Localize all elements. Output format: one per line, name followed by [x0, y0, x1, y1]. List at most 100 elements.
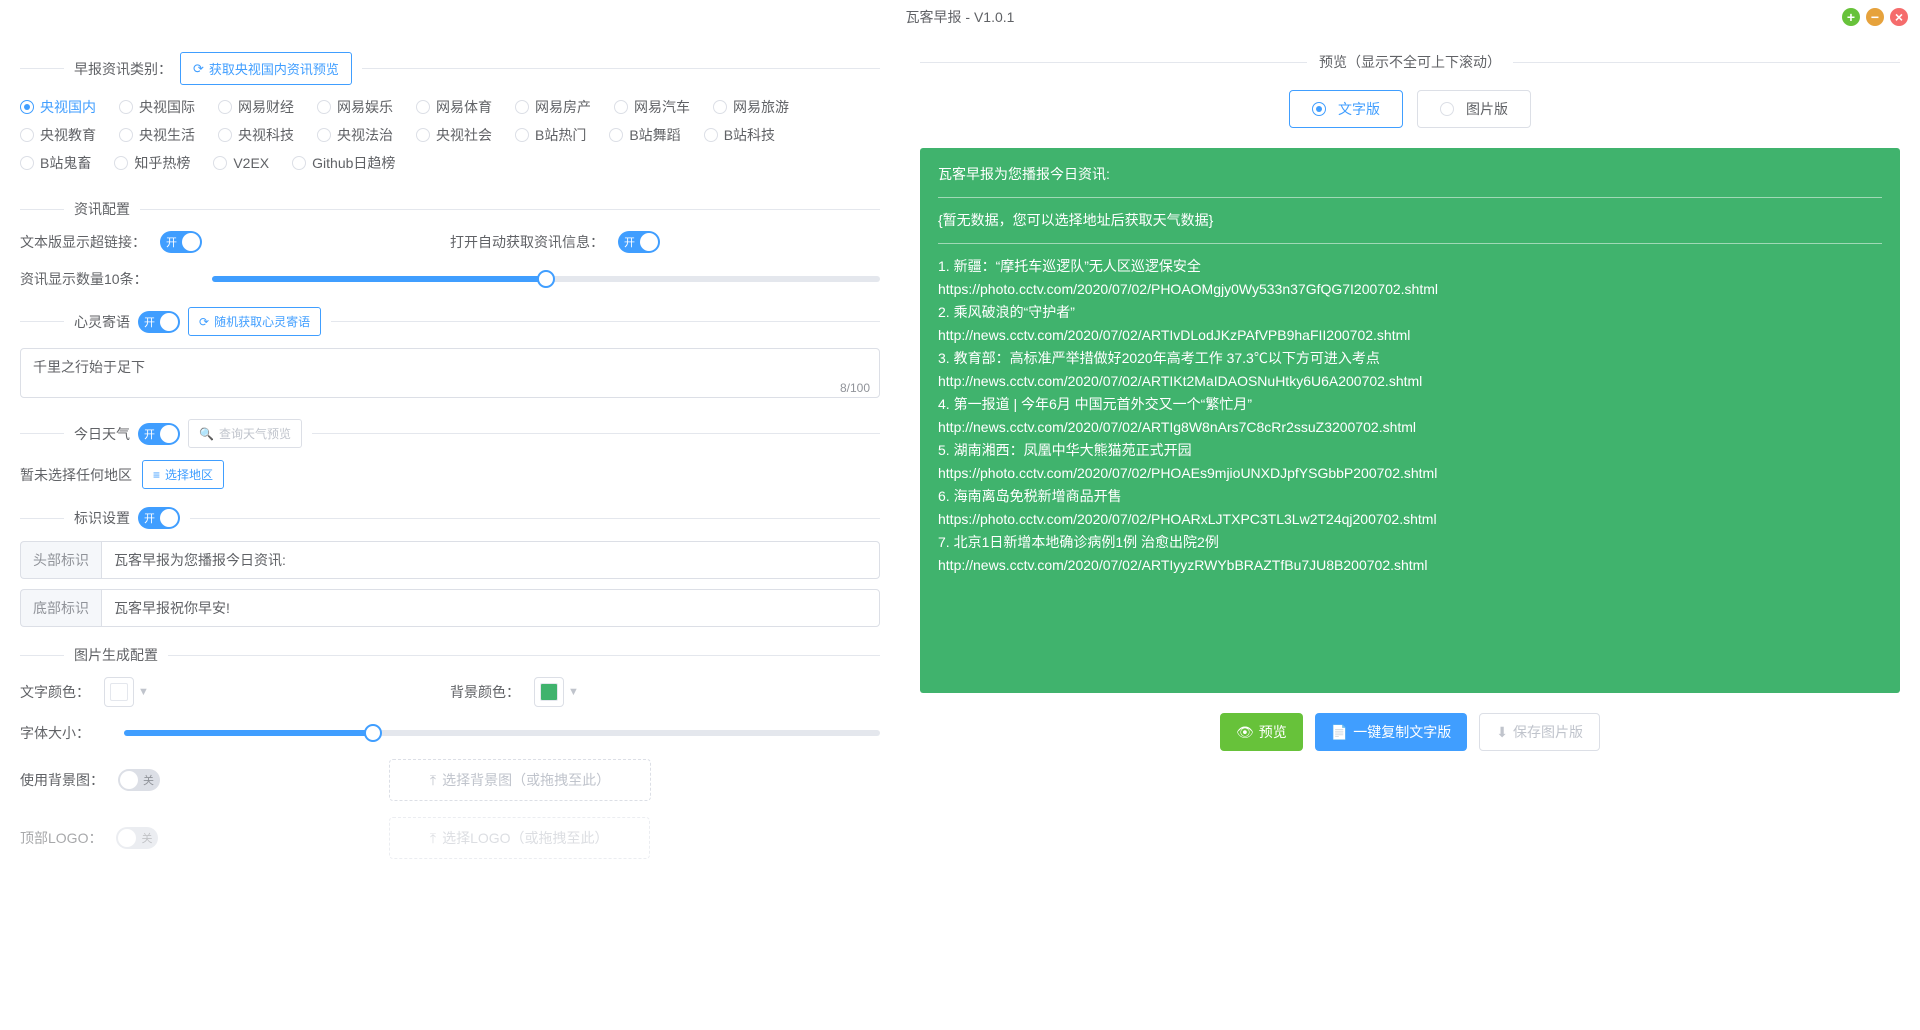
news-title: 5. 湖南湘西：凤凰中华大熊猫苑正式开园: [938, 440, 1882, 461]
news-title: 7. 北京1日新增本地确诊病例1例 治愈出院2例: [938, 532, 1882, 553]
category-radio[interactable]: 网易财经: [218, 97, 294, 117]
section-category-title: 早报资讯类别： ⟳ 获取央视国内资讯预览: [20, 52, 880, 85]
no-region-text: 暂未选择任何地区: [20, 465, 132, 485]
font-size-label: 字体大小：: [20, 723, 90, 743]
category-radio[interactable]: 央视国内: [20, 97, 96, 117]
category-radio[interactable]: B站鬼畜: [20, 153, 91, 173]
window-controls: + − ×: [1842, 8, 1908, 26]
section-marker-title: 标识设置 开: [20, 507, 880, 529]
news-url: http://news.cctv.com/2020/07/02/ARTIKt2M…: [938, 371, 1882, 392]
quote-textarea[interactable]: [20, 348, 880, 398]
window-minimize-button[interactable]: −: [1866, 8, 1884, 26]
preview-panel: 预览（显示不全可上下滚动） 文字版 图片版 瓦客早报为您播报今日资讯: {暂无数…: [920, 34, 1900, 1030]
chevron-down-icon: ▼: [568, 686, 579, 698]
copy-icon: 📄: [1331, 724, 1348, 741]
category-radio[interactable]: 网易房产: [515, 97, 591, 117]
top-logo-label: 顶部LOGO：: [20, 828, 102, 848]
section-quote-title: 心灵寄语 开 ⟳ 随机获取心灵寄语: [20, 307, 880, 336]
news-title: 2. 乘风破浪的“守护者”: [938, 302, 1882, 323]
section-news-config-title: 资讯配置: [20, 199, 880, 219]
head-marker-addon: 头部标识: [20, 541, 101, 579]
show-links-switch[interactable]: 开: [160, 231, 202, 253]
category-radio[interactable]: 央视社会: [416, 125, 492, 145]
filter-icon: ≡: [153, 468, 160, 482]
copy-text-button[interactable]: 📄 一键复制文字版: [1315, 713, 1467, 751]
category-radio[interactable]: 央视国际: [119, 97, 195, 117]
bg-color-picker[interactable]: [534, 677, 564, 707]
app-title: 瓦客早报 - V1.0.1: [906, 7, 1015, 27]
upload-icon: ⤒: [430, 830, 436, 847]
upload-icon: ⤒: [430, 772, 436, 789]
upload-logo-button[interactable]: ⤒ 选择LOGO（或拖拽至此）: [389, 817, 650, 859]
category-radio[interactable]: 网易旅游: [713, 97, 789, 117]
upload-bg-button[interactable]: ⤒ 选择背景图（或拖拽至此）: [389, 759, 651, 801]
category-radio[interactable]: 央视法治: [317, 125, 393, 145]
news-url: https://photo.cctv.com/2020/07/02/PHOAOM…: [938, 279, 1882, 300]
titlebar: 瓦客早报 - V1.0.1 + − ×: [0, 0, 1920, 34]
use-bg-label: 使用背景图：: [20, 770, 104, 790]
category-radio[interactable]: 央视生活: [119, 125, 195, 145]
weather-switch[interactable]: 开: [138, 423, 180, 445]
bg-color-label: 背景颜色：: [450, 682, 520, 702]
marker-switch[interactable]: 开: [138, 507, 180, 529]
use-bg-switch[interactable]: 关: [118, 769, 160, 791]
news-url: http://news.cctv.com/2020/07/02/ARTIyyzR…: [938, 555, 1882, 576]
category-radio[interactable]: 央视科技: [218, 125, 294, 145]
category-radio[interactable]: B站舞蹈: [609, 125, 680, 145]
quote-switch[interactable]: 开: [138, 311, 180, 333]
preview-header: 预览（显示不全可上下滚动）: [920, 52, 1900, 72]
head-marker-input[interactable]: [101, 541, 880, 579]
category-radio[interactable]: B站热门: [515, 125, 586, 145]
news-url: http://news.cctv.com/2020/07/02/ARTIvDLo…: [938, 325, 1882, 346]
news-title: 4. 第一报道 | 今年6月 中国元首外交又一个“繁忙月”: [938, 394, 1882, 415]
refresh-icon: ⟳: [193, 61, 204, 77]
category-radio[interactable]: V2EX: [213, 153, 269, 173]
category-radio[interactable]: 网易娱乐: [317, 97, 393, 117]
mode-text-button[interactable]: 文字版: [1289, 90, 1403, 128]
preview-intro: 瓦客早报为您播报今日资讯:: [938, 164, 1882, 185]
save-image-button[interactable]: ⬇ 保存图片版: [1479, 713, 1600, 751]
quote-counter: 8/100: [840, 381, 870, 395]
weather-preview-button[interactable]: 🔍 查询天气预览: [188, 419, 302, 448]
foot-marker-addon: 底部标识: [20, 589, 101, 627]
window-add-button[interactable]: +: [1842, 8, 1860, 26]
mode-image-button[interactable]: 图片版: [1417, 90, 1531, 128]
section-image-config-title: 图片生成配置: [20, 645, 880, 665]
category-radio[interactable]: Github日趋榜: [292, 153, 395, 173]
preview-actions: 👁 预览 📄 一键复制文字版 ⬇ 保存图片版: [920, 713, 1900, 751]
section-weather-title: 今日天气 开 🔍 查询天气预览: [20, 419, 880, 448]
select-region-button[interactable]: ≡ 选择地区: [142, 460, 224, 489]
fetch-news-button[interactable]: ⟳ 获取央视国内资讯预览: [180, 52, 352, 85]
chevron-down-icon: ▼: [138, 686, 149, 698]
show-links-label: 文本版显示超链接：: [20, 232, 146, 252]
font-size-slider[interactable]: [124, 730, 880, 736]
news-url: https://photo.cctv.com/2020/07/02/PHOARx…: [938, 509, 1882, 530]
news-title: 6. 海南离岛免税新增商品开售: [938, 486, 1882, 507]
preview-mode-group: 文字版 图片版: [920, 90, 1900, 128]
category-radio[interactable]: 网易汽车: [614, 97, 690, 117]
text-color-label: 文字颜色：: [20, 682, 90, 702]
preview-content[interactable]: 瓦客早报为您播报今日资讯: {暂无数据，您可以选择地址后获取天气数据} 1. 新…: [920, 148, 1900, 693]
search-icon: 🔍: [199, 427, 214, 441]
refresh-icon: ⟳: [199, 315, 209, 329]
news-count-slider[interactable]: [212, 276, 880, 282]
download-icon: ⬇: [1496, 724, 1508, 741]
foot-marker-input[interactable]: [101, 589, 880, 627]
category-radio[interactable]: 网易体育: [416, 97, 492, 117]
text-color-picker[interactable]: [104, 677, 134, 707]
news-url: https://photo.cctv.com/2020/07/02/PHOAEs…: [938, 463, 1882, 484]
category-radio[interactable]: 央视教育: [20, 125, 96, 145]
category-radio[interactable]: B站科技: [704, 125, 775, 145]
preview-button[interactable]: 👁 预览: [1220, 713, 1303, 751]
category-radio[interactable]: 知乎热榜: [114, 153, 190, 173]
auto-fetch-switch[interactable]: 开: [618, 231, 660, 253]
auto-fetch-label: 打开自动获取资讯信息：: [450, 232, 604, 252]
random-quote-button[interactable]: ⟳ 随机获取心灵寄语: [188, 307, 321, 336]
window-close-button[interactable]: ×: [1890, 8, 1908, 26]
config-panel: 早报资讯类别： ⟳ 获取央视国内资讯预览 央视国内 央视国际 网易财经 网易娱乐 网易体…: [20, 34, 880, 1030]
news-count-label: 资讯显示数量10条：: [20, 269, 148, 289]
eye-icon: 👁: [1236, 724, 1254, 741]
preview-weather: {暂无数据，您可以选择地址后获取天气数据}: [938, 210, 1882, 231]
news-url: http://news.cctv.com/2020/07/02/ARTIg8W8…: [938, 417, 1882, 438]
top-logo-switch[interactable]: 关: [116, 827, 158, 849]
